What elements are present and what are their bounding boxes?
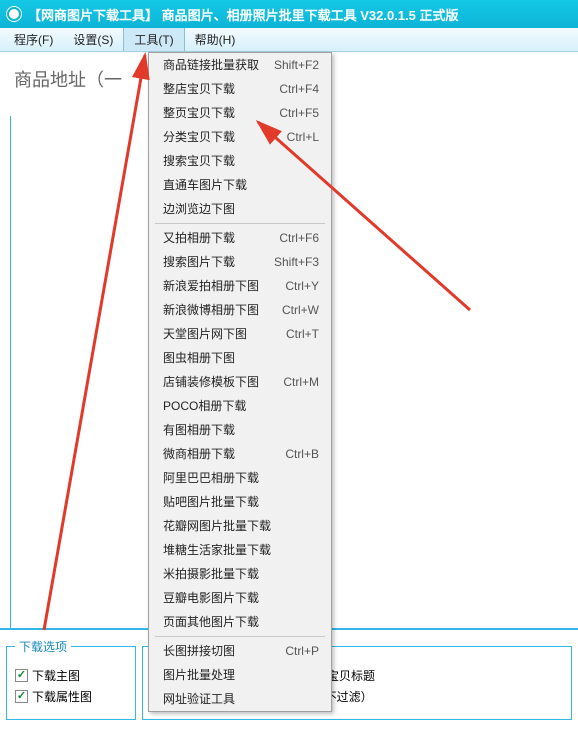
menu-item-shortcut: Ctrl+M (283, 374, 319, 390)
menu-item-22[interactable]: 米拍摄影批量下载 (149, 562, 331, 586)
menu-item-label: 米拍摄影批量下载 (163, 566, 259, 582)
menu-separator (155, 223, 325, 224)
menu-item-label: 微商相册下载 (163, 446, 235, 462)
titlebar: 【网商图片下载工具】 商品图片、相册照片批里下载工具 V32.0.1.5 正式版 (0, 0, 578, 28)
menu-item-6[interactable]: 边浏览边下图 (149, 197, 331, 221)
menu-separator (155, 636, 325, 637)
menu-item-label: 搜索宝贝下载 (163, 153, 235, 169)
menu-item-1[interactable]: 整店宝贝下载 Ctrl+F4 (149, 77, 331, 101)
menu-item-shortcut: Ctrl+W (282, 302, 319, 318)
menu-item-shortcut: Ctrl+T (286, 326, 319, 342)
menu-item-label: 页面其他图片下载 (163, 614, 259, 630)
menu-item-label: 有图相册下载 (163, 422, 235, 438)
checkbox-icon (15, 690, 28, 703)
menu-item-26[interactable]: 长图拼接切图 Ctrl+P (149, 639, 331, 663)
menu-item-label: 长图拼接切图 (163, 643, 235, 659)
menu-item-label: 天堂图片网下图 (163, 326, 247, 342)
menu-item-13[interactable]: 图虫相册下图 (149, 346, 331, 370)
chk-download-attr[interactable]: 下载属性图 (15, 688, 92, 705)
menu-item-4[interactable]: 搜索宝贝下载 (149, 149, 331, 173)
menu-item-label: 豆瓣电影图片下载 (163, 590, 259, 606)
app-icon (6, 6, 22, 22)
menu-item-label: 边浏览边下图 (163, 201, 235, 217)
menu-item-label: 贴吧图片批量下载 (163, 494, 259, 510)
menu-item-24[interactable]: 页面其他图片下载 (149, 610, 331, 634)
menu-item-shortcut: Ctrl+F4 (279, 81, 319, 97)
menu-item-shortcut: Ctrl+L (287, 129, 319, 145)
menu-item-15[interactable]: POCO相册下载 (149, 394, 331, 418)
menu-item-16[interactable]: 有图相册下载 (149, 418, 331, 442)
menu-item-label: 堆糖生活家批量下载 (163, 542, 271, 558)
menu-item-28[interactable]: 网址验证工具 (149, 687, 331, 711)
menu-item-label: 搜索图片下载 (163, 254, 235, 270)
menu-item-label: 网址验证工具 (163, 691, 235, 707)
chk-label: 下载属性图 (32, 688, 92, 705)
menu-item-0[interactable]: 商品链接批量获取 Shift+F2 (149, 53, 331, 77)
menu-item-label: 阿里巴巴相册下载 (163, 470, 259, 486)
menu-item-label: 图片批量处理 (163, 667, 235, 683)
checkbox-icon (15, 669, 28, 682)
chk-download-main[interactable]: 下载主图 (15, 667, 80, 684)
menu-item-label: 整店宝贝下载 (163, 81, 235, 97)
menu-item-label: 图虫相册下图 (163, 350, 235, 366)
menu-tools[interactable]: 工具(T) (123, 28, 184, 51)
menu-program[interactable]: 程序(F) (4, 28, 63, 51)
menu-item-2[interactable]: 整页宝贝下载 Ctrl+F5 (149, 101, 331, 125)
menu-item-11[interactable]: 新浪微博相册下图 Ctrl+W (149, 298, 331, 322)
menu-item-3[interactable]: 分类宝贝下载 Ctrl+L (149, 125, 331, 149)
menu-item-19[interactable]: 贴吧图片批量下载 (149, 490, 331, 514)
menu-item-label: 又拍相册下载 (163, 230, 235, 246)
menu-item-label: 新浪爱拍相册下图 (163, 278, 259, 294)
menu-item-shortcut: Ctrl+P (285, 643, 319, 659)
menu-item-23[interactable]: 豆瓣电影图片下载 (149, 586, 331, 610)
menu-item-label: 店铺装修模板下图 (163, 374, 259, 390)
menu-item-shortcut: Ctrl+Y (285, 278, 319, 294)
menu-item-shortcut: Ctrl+B (285, 446, 319, 462)
menu-item-9[interactable]: 搜索图片下载 Shift+F3 (149, 250, 331, 274)
menu-item-shortcut: Ctrl+F5 (279, 105, 319, 121)
menu-item-label: 整页宝贝下载 (163, 105, 235, 121)
menu-settings[interactable]: 设置(S) (63, 28, 123, 51)
content-border (10, 116, 11, 642)
menu-item-27[interactable]: 图片批量处理 (149, 663, 331, 687)
window-title: 【网商图片下载工具】 商品图片、相册照片批里下载工具 V32.0.1.5 正式版 (28, 5, 459, 24)
tools-dropdown: 商品链接批量获取 Shift+F2 整店宝贝下载 Ctrl+F4 整页宝贝下载 Ctrl+… (148, 52, 332, 712)
menu-item-label: 商品链接批量获取 (163, 57, 259, 73)
menu-item-shortcut: Shift+F3 (274, 254, 319, 270)
menu-item-12[interactable]: 天堂图片网下图 Ctrl+T (149, 322, 331, 346)
menu-item-shortcut: Ctrl+F6 (279, 230, 319, 246)
menu-item-17[interactable]: 微商相册下载 Ctrl+B (149, 442, 331, 466)
menu-item-label: POCO相册下载 (163, 398, 246, 414)
menu-item-14[interactable]: 店铺装修模板下图 Ctrl+M (149, 370, 331, 394)
menu-item-label: 直通车图片下载 (163, 177, 247, 193)
menu-item-21[interactable]: 堆糖生活家批量下载 (149, 538, 331, 562)
menu-item-10[interactable]: 新浪爱拍相册下图 Ctrl+Y (149, 274, 331, 298)
menu-item-label: 分类宝贝下载 (163, 129, 235, 145)
menu-item-label: 新浪微博相册下图 (163, 302, 259, 318)
menu-item-18[interactable]: 阿里巴巴相册下载 (149, 466, 331, 490)
menu-help[interactable]: 帮助(H) (185, 28, 246, 51)
chk-label: 下载主图 (32, 667, 80, 684)
menu-item-5[interactable]: 直通车图片下载 (149, 173, 331, 197)
menu-item-8[interactable]: 又拍相册下载 Ctrl+F6 (149, 226, 331, 250)
download-options-group: 下载选项 下载主图 下载属性图 (6, 638, 136, 720)
menu-item-20[interactable]: 花瓣网图片批量下载 (149, 514, 331, 538)
menubar: 程序(F) 设置(S) 工具(T) 帮助(H) (0, 28, 578, 52)
download-options-legend: 下载选项 (15, 638, 71, 655)
menu-item-shortcut: Shift+F2 (274, 57, 319, 73)
menu-item-label: 花瓣网图片批量下载 (163, 518, 271, 534)
